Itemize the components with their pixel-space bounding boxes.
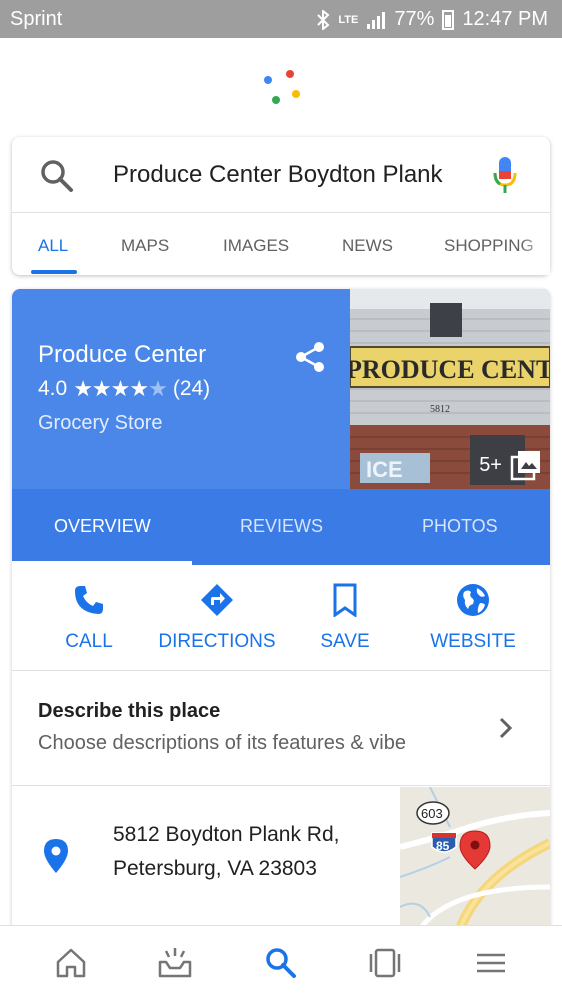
- place-tabs: OVERVIEW REVIEWS PHOTOS: [12, 489, 550, 565]
- tab-photos[interactable]: PHOTOS: [422, 516, 498, 537]
- save-label: SAVE: [320, 631, 370, 652]
- address-line-1: 5812 Boydton Plank Rd,: [113, 823, 340, 846]
- assistant-dot: [264, 76, 272, 84]
- call-button[interactable]: CALL: [22, 565, 156, 671]
- tab-news[interactable]: NEWS: [342, 236, 393, 256]
- network-type-label: LTE: [338, 13, 359, 26]
- review-count: (24): [172, 377, 211, 400]
- photo-ice-text: ICE: [366, 457, 403, 482]
- directions-label: DIRECTIONS: [158, 631, 276, 652]
- route-shield-icon: 603: [416, 801, 450, 825]
- home-icon[interactable]: [54, 946, 88, 980]
- rating-value: 4.0: [38, 377, 68, 400]
- tab-images[interactable]: IMAGES: [223, 236, 289, 256]
- describe-title: Describe this place: [38, 700, 221, 722]
- assistant-dots-icon: [264, 68, 304, 108]
- rating-stars-icon: ★★★★★: [73, 376, 168, 401]
- interstate-shield-icon: 85: [431, 832, 457, 853]
- clock: 12:47 PM: [462, 8, 548, 30]
- photo-number-text: 5812: [430, 404, 450, 415]
- microphone-icon[interactable]: [493, 157, 517, 193]
- bookmark-icon: [333, 583, 357, 617]
- website-button[interactable]: WEBSITE: [406, 565, 540, 671]
- place-category: Grocery Store: [38, 412, 163, 434]
- photo-count: 5+: [479, 453, 502, 476]
- location-pin-icon: [44, 839, 68, 873]
- place-name: Produce Center: [38, 341, 207, 368]
- photo-library-icon: [510, 451, 540, 481]
- interstate-text: 85: [436, 839, 450, 853]
- place-card: Produce Center 4.0 ★★★★★ (24) Grocery St…: [12, 289, 550, 929]
- route-shield-text: 603: [421, 806, 443, 821]
- search-tabs: ALL MAPS IMAGES NEWS SHOPPING: [12, 214, 550, 275]
- status-bar: Sprint LTE 77% 12:47 PM: [0, 0, 562, 38]
- save-button[interactable]: SAVE: [278, 565, 412, 671]
- search-query[interactable]: Produce Center Boydton Plank: [113, 161, 443, 189]
- carrier-label: Sprint: [10, 8, 63, 30]
- place-header: Produce Center 4.0 ★★★★★ (24) Grocery St…: [12, 289, 550, 489]
- action-buttons: CALL DIRECTIONS SAVE WEBSITE: [12, 565, 550, 671]
- globe-icon: [457, 584, 489, 616]
- address-row[interactable]: 5812 Boydton Plank Rd, Petersburg, VA 23…: [12, 787, 550, 929]
- tab-all[interactable]: ALL: [38, 236, 68, 256]
- recent-apps-icon[interactable]: [368, 946, 402, 980]
- assistant-dot: [286, 70, 294, 78]
- menu-icon[interactable]: [474, 946, 508, 980]
- signal-icon: [367, 11, 386, 29]
- tab-maps[interactable]: MAPS: [121, 236, 169, 256]
- assistant-dot: [292, 90, 300, 98]
- status-indicators: LTE 77% 12:47 PM: [316, 8, 548, 31]
- directions-button[interactable]: DIRECTIONS: [150, 565, 284, 671]
- tab-reviews[interactable]: REVIEWS: [240, 516, 323, 537]
- chevron-right-icon: [499, 717, 513, 739]
- tab-overview[interactable]: OVERVIEW: [54, 516, 151, 537]
- search-card: Produce Center Boydton Plank ALL MAPS IM…: [12, 137, 550, 275]
- search-icon[interactable]: [264, 946, 298, 980]
- map-preview: 603 85: [400, 787, 550, 929]
- tabs-fade: [520, 214, 550, 275]
- battery-icon: [442, 9, 455, 30]
- assistant-dot: [272, 96, 280, 104]
- search-bar[interactable]: Produce Center Boydton Plank: [12, 137, 550, 213]
- rating-row[interactable]: 4.0 ★★★★★ (24): [38, 376, 210, 402]
- place-photo[interactable]: PRODUCE CENTER 5812 ICE 5+: [350, 289, 550, 489]
- map-thumbnail[interactable]: 603 85: [400, 787, 550, 929]
- bluetooth-icon: [317, 9, 330, 30]
- battery-percent: 77%: [394, 8, 435, 30]
- website-label: WEBSITE: [430, 631, 516, 652]
- active-tab-indicator: [31, 270, 77, 274]
- bottom-navigation: [0, 925, 562, 1000]
- photo-count-badge[interactable]: 5+: [479, 449, 542, 481]
- phone-icon: [75, 586, 103, 614]
- describe-subtitle: Choose descriptions of its features & vi…: [38, 732, 406, 754]
- call-label: CALL: [65, 631, 113, 652]
- address-line-2: Petersburg, VA 23803: [113, 857, 317, 880]
- describe-place-row[interactable]: Describe this place Choose descriptions …: [12, 672, 550, 786]
- search-icon[interactable]: [40, 159, 74, 193]
- directions-icon: [201, 584, 233, 616]
- share-icon[interactable]: [295, 341, 325, 373]
- photo-sign-text: PRODUCE CENTER: [350, 355, 550, 384]
- updates-icon[interactable]: [158, 946, 192, 980]
